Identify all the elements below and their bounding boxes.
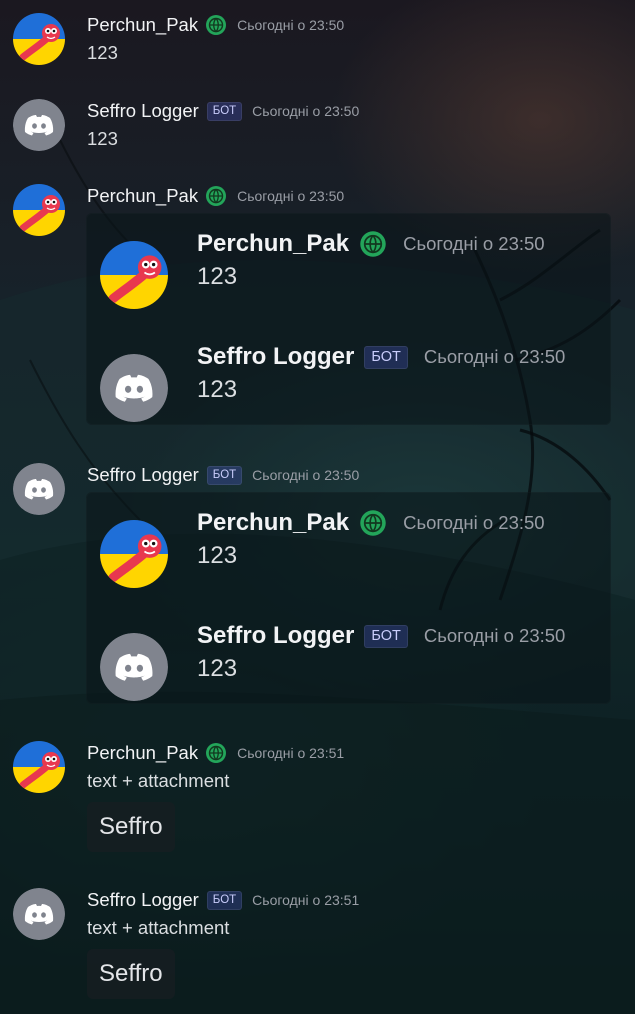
message-header: Seffro Logger БОТ Сьогодні о 23:51 (87, 888, 359, 912)
image-attachment[interactable]: Seffro (87, 802, 175, 852)
bot-tag: БОТ (364, 345, 408, 369)
message-text: text + attachment (87, 917, 230, 938)
username: Seffro Logger (197, 622, 355, 649)
embed-header: Seffro Logger БОТ Сьогодні о 23:50 (197, 619, 565, 653)
bot-tag: БОТ (206, 101, 243, 121)
username[interactable]: Perchun_Pak (87, 14, 198, 36)
timestamp: Сьогодні о 23:50 (423, 346, 566, 367)
message: Seffro Logger БОТ Сьогодні о 23:51 text … (0, 888, 635, 1003)
embed-header: Seffro Logger БОТ Сьогодні о 23:50 (197, 340, 565, 374)
message-embed[interactable]: Perchun_Pak Сьогодні о 23:50 123 Seffro … (86, 213, 611, 425)
globe-icon (205, 14, 227, 36)
discord-avatar[interactable] (13, 99, 65, 151)
message: Seffro Logger БОТ Сьогодні о 23:50 Perch… (0, 463, 635, 708)
perchun-avatar (100, 520, 168, 588)
globe-icon (359, 230, 387, 258)
timestamp: Сьогодні о 23:50 (423, 625, 566, 646)
username: Perchun_Pak (197, 230, 350, 257)
timestamp: Сьогодні о 23:50 (237, 188, 345, 204)
username[interactable]: Seffro Logger (87, 464, 199, 486)
perchun-avatar[interactable] (13, 741, 65, 793)
embed-header: Perchun_Pak Сьогодні о 23:50 (197, 506, 545, 540)
timestamp: Сьогодні о 23:50 (237, 17, 345, 33)
bot-tag: БОТ (206, 465, 243, 485)
discord-avatar (100, 633, 168, 701)
message-text: text + attachment (87, 770, 230, 791)
globe-icon (359, 509, 387, 537)
timestamp: Сьогодні о 23:50 (252, 467, 360, 483)
message-embed[interactable]: Perchun_Pak Сьогодні о 23:50 123 Seffro … (86, 492, 611, 704)
message-text: 123 (87, 128, 118, 149)
username: Perchun_Pak (197, 509, 350, 536)
globe-icon (205, 742, 227, 764)
message-text: 123 (197, 263, 238, 290)
timestamp: Сьогодні о 23:51 (237, 745, 345, 761)
timestamp: Сьогодні о 23:51 (252, 892, 360, 908)
embed-entry: Perchun_Pak Сьогодні о 23:50 123 (86, 506, 611, 606)
message-text: 123 (197, 655, 238, 682)
username[interactable]: Perchun_Pak (87, 742, 198, 764)
message-header: Seffro Logger БОТ Сьогодні о 23:50 (87, 99, 359, 123)
message: Perchun_Pak Сьогодні о 23:51 text + atta… (0, 741, 635, 856)
username[interactable]: Perchun_Pak (87, 185, 198, 207)
perchun-avatar[interactable] (13, 13, 65, 65)
message: Perchun_Pak Сьогодні о 23:50 123 (0, 13, 635, 73)
globe-icon (205, 185, 227, 207)
message-text: 123 (197, 542, 238, 569)
message-header: Perchun_Pak Сьогодні о 23:50 (87, 184, 344, 208)
message: Perchun_Pak Сьогодні о 23:50 Perchun_Pak… (0, 184, 635, 429)
discord-avatar[interactable] (13, 888, 65, 940)
embed-header: Perchun_Pak Сьогодні о 23:50 (197, 227, 545, 261)
username[interactable]: Seffro Logger (87, 100, 199, 122)
message-text: 123 (197, 376, 238, 403)
bot-tag: БОТ (364, 624, 408, 648)
image-attachment[interactable]: Seffro (87, 949, 175, 999)
embed-entry: Perchun_Pak Сьогодні о 23:50 123 (86, 227, 611, 327)
message-header: Seffro Logger БОТ Сьогодні о 23:50 (87, 463, 359, 487)
message-text: 123 (87, 42, 118, 63)
timestamp: Сьогодні о 23:50 (252, 103, 360, 119)
message-header: Perchun_Pak Сьогодні о 23:50 (87, 13, 344, 37)
timestamp: Сьогодні о 23:50 (403, 233, 545, 254)
message: Seffro Logger БОТ Сьогодні о 23:50 123 (0, 99, 635, 159)
username: Seffro Logger (197, 343, 355, 370)
discord-avatar[interactable] (13, 463, 65, 515)
perchun-avatar[interactable] (13, 184, 65, 236)
message-header: Perchun_Pak Сьогодні о 23:51 (87, 741, 344, 765)
username[interactable]: Seffro Logger (87, 889, 199, 911)
bot-tag: БОТ (206, 890, 243, 910)
timestamp: Сьогодні о 23:50 (403, 512, 545, 533)
embed-entry: Seffro Logger БОТ Сьогодні о 23:50 123 (86, 340, 611, 440)
embed-entry: Seffro Logger БОТ Сьогодні о 23:50 123 (86, 619, 611, 719)
perchun-avatar (100, 241, 168, 309)
discord-avatar (100, 354, 168, 422)
